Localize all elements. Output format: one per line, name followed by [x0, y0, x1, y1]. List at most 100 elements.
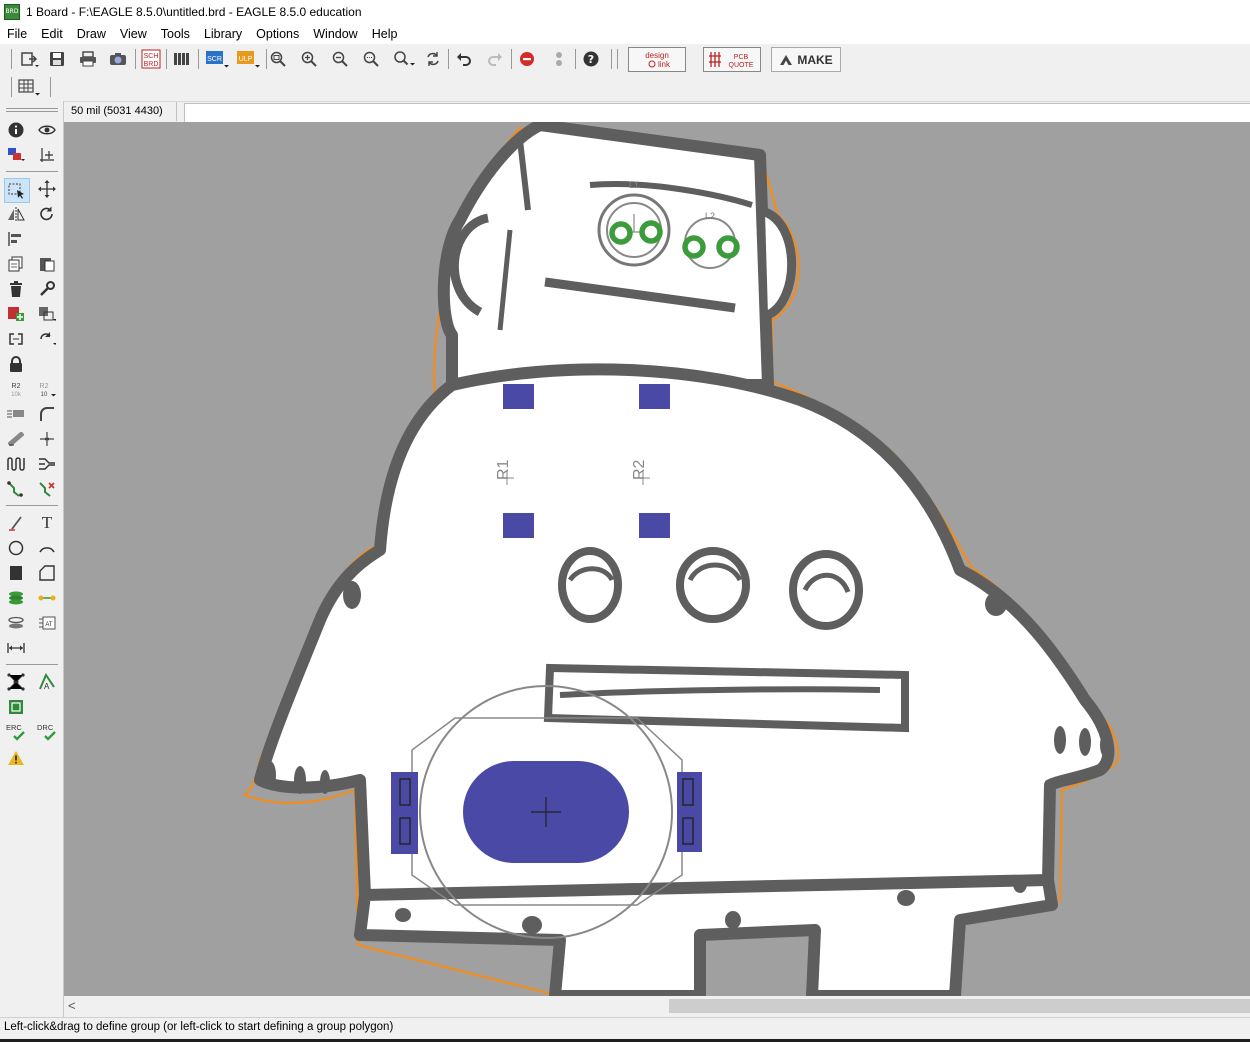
- svg-text:DRC: DRC: [37, 723, 54, 732]
- coordinate-display: 50 mil (5031 4430): [64, 102, 177, 121]
- miter-icon[interactable]: [36, 403, 58, 425]
- status-bar: Left-click&drag to define group (or left…: [0, 1017, 1250, 1039]
- smash-icon[interactable]: [5, 403, 27, 425]
- text-icon[interactable]: T: [36, 512, 58, 534]
- info-icon[interactable]: [5, 119, 27, 141]
- display-layers-icon[interactable]: [5, 144, 27, 166]
- stop-icon[interactable]: [517, 48, 537, 70]
- main-toolbar: SCH BRD SCR ULP ? design link PCB QUOTE …: [0, 44, 1250, 74]
- circle-icon[interactable]: [5, 537, 27, 559]
- menu-bar: File Edit Draw View Tools Library Option…: [0, 23, 1250, 44]
- svg-text:QUOTE: QUOTE: [729, 62, 754, 69]
- delete-icon[interactable]: [5, 278, 27, 300]
- toolbar-separator: [135, 49, 136, 69]
- board-canvas[interactable]: L1 L2 R1 R2: [64, 122, 1250, 996]
- menu-view[interactable]: View: [113, 27, 154, 41]
- save-icon[interactable]: [46, 48, 68, 70]
- split-icon[interactable]: [5, 428, 27, 450]
- design-link-button[interactable]: design link: [628, 47, 686, 72]
- rect-icon[interactable]: [5, 562, 27, 584]
- hole-icon[interactable]: [5, 612, 27, 634]
- svg-text:SCH: SCH: [144, 53, 159, 60]
- horizontal-scrollbar[interactable]: <: [64, 996, 1250, 1016]
- dimension-icon[interactable]: [5, 637, 27, 659]
- name-icon[interactable]: R2 10k: [5, 378, 27, 400]
- erc-icon[interactable]: ERC: [4, 721, 28, 743]
- help-icon[interactable]: ?: [581, 48, 601, 70]
- value-icon[interactable]: R2 10: [36, 378, 58, 400]
- zoom-select-icon[interactable]: [361, 48, 381, 70]
- svg-text:R2: R2: [631, 459, 648, 480]
- group-icon[interactable]: [4, 178, 30, 203]
- menu-edit[interactable]: Edit: [34, 27, 70, 41]
- paste-icon[interactable]: [36, 253, 58, 275]
- svg-text:R2: R2: [40, 383, 49, 390]
- make-button[interactable]: MAKE: [771, 47, 841, 72]
- menu-file[interactable]: File: [0, 27, 34, 41]
- svg-text:10k: 10k: [11, 392, 22, 398]
- menu-window[interactable]: Window: [306, 27, 364, 41]
- undo-icon[interactable]: [454, 48, 474, 70]
- menu-tools[interactable]: Tools: [154, 27, 197, 41]
- align-icon[interactable]: [5, 228, 27, 250]
- fanout-icon[interactable]: A: [36, 671, 58, 693]
- gate-swap-icon[interactable]: [36, 328, 58, 350]
- show-icon[interactable]: [36, 119, 58, 141]
- scroll-left-icon[interactable]: <: [68, 998, 76, 1013]
- via-icon[interactable]: [5, 587, 27, 609]
- ratsnest-icon[interactable]: [5, 696, 27, 718]
- lock-icon[interactable]: [5, 353, 27, 375]
- zoom-last-icon[interactable]: [392, 48, 418, 70]
- svg-text:R2: R2: [12, 383, 21, 390]
- add-icon[interactable]: [5, 303, 27, 325]
- autorouter-icon[interactable]: [5, 671, 27, 693]
- swap-icon[interactable]: [5, 328, 27, 350]
- meander-icon[interactable]: [5, 453, 27, 475]
- toolbar-separator: [617, 49, 618, 69]
- library-icon[interactable]: [171, 48, 193, 70]
- command-line-input[interactable]: [184, 103, 1250, 124]
- copy-icon[interactable]: [5, 253, 27, 275]
- open-icon[interactable]: [18, 48, 42, 70]
- menu-draw[interactable]: Draw: [70, 27, 113, 41]
- arc-icon[interactable]: [36, 537, 58, 559]
- zoom-out-icon[interactable]: [330, 48, 350, 70]
- optimize-icon[interactable]: [36, 428, 58, 450]
- wire-icon[interactable]: [5, 512, 27, 534]
- ulp-icon[interactable]: ULP: [235, 48, 261, 70]
- replace-icon[interactable]: [36, 303, 58, 325]
- errors-icon[interactable]: [5, 747, 27, 769]
- menu-help[interactable]: Help: [365, 27, 405, 41]
- redo-icon[interactable]: [485, 48, 505, 70]
- svg-text:design: design: [645, 51, 669, 60]
- menu-library[interactable]: Library: [197, 27, 249, 41]
- redraw-icon[interactable]: [423, 48, 443, 70]
- sch-brd-switch-icon[interactable]: SCH BRD: [141, 48, 161, 70]
- cam-icon[interactable]: [107, 48, 129, 70]
- status-text: Left-click&drag to define group (or left…: [4, 1021, 394, 1033]
- drc-icon[interactable]: DRC: [35, 721, 59, 743]
- change-icon[interactable]: [36, 278, 58, 300]
- grid-icon[interactable]: [16, 76, 42, 98]
- robot-board-drawing: L1 L2 R1 R2: [243, 122, 1120, 996]
- route-multiple-icon[interactable]: [36, 453, 58, 475]
- scrollbar-thumb[interactable]: [669, 999, 1250, 1013]
- pcb-quote-button[interactable]: PCB QUOTE: [703, 47, 761, 72]
- go-icon[interactable]: [549, 48, 569, 70]
- polygon-icon[interactable]: [36, 562, 58, 584]
- zoom-fit-icon[interactable]: [268, 48, 288, 70]
- script-icon[interactable]: SCR: [204, 48, 230, 70]
- ripup-icon[interactable]: [36, 478, 58, 500]
- rotate-icon[interactable]: [36, 203, 58, 225]
- mirror-icon[interactable]: [5, 203, 27, 225]
- route-icon[interactable]: [5, 478, 27, 500]
- print-icon[interactable]: [77, 48, 99, 70]
- mark-icon[interactable]: [36, 144, 58, 166]
- parameter-toolbar: [0, 73, 1250, 102]
- signal-icon[interactable]: [36, 587, 58, 609]
- attribute-icon[interactable]: AT: [36, 612, 58, 634]
- svg-text:10: 10: [41, 392, 48, 398]
- move-icon[interactable]: [36, 178, 58, 200]
- zoom-in-icon[interactable]: [299, 48, 319, 70]
- menu-options[interactable]: Options: [249, 27, 306, 41]
